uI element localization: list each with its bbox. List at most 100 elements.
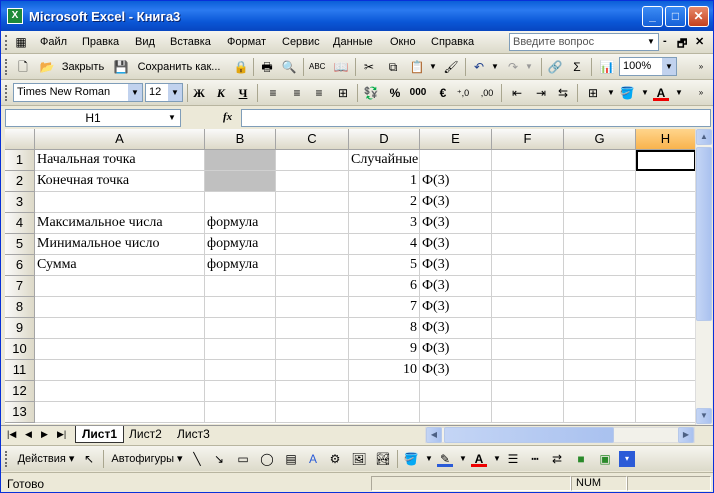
row-header-13[interactable]: 13 — [5, 402, 35, 423]
column-header-c[interactable]: C — [276, 129, 349, 150]
column-header-d[interactable]: D — [349, 129, 420, 150]
cell-e10[interactable]: Ф(3) — [420, 339, 492, 360]
chevron-down-icon[interactable]: ▼ — [164, 110, 180, 126]
font-select[interactable]: Times New Roman ▼ — [13, 83, 143, 102]
cell-d6[interactable]: 5 — [349, 255, 420, 276]
cell-h5[interactable] — [636, 234, 695, 255]
euro-button[interactable]: € — [435, 85, 451, 101]
cell-h3[interactable] — [636, 192, 695, 213]
next-sheet-icon[interactable]: ▶ — [41, 429, 48, 440]
shadow-icon[interactable]: ■ — [573, 451, 589, 467]
redo-dropdown-icon[interactable]: ▼ — [521, 59, 537, 75]
close-button[interactable]: ✕ — [688, 6, 709, 27]
font-color-dropdown-icon[interactable]: ▼ — [489, 451, 505, 467]
workbook-icon[interactable]: ▦ — [13, 34, 29, 50]
column-header-a[interactable]: A — [35, 129, 205, 150]
font-color-icon[interactable]: A — [653, 85, 669, 101]
oval-icon[interactable]: ◯ — [259, 451, 275, 467]
cell-b11[interactable] — [205, 360, 276, 381]
cell-g3[interactable] — [564, 192, 636, 213]
hyperlink-icon[interactable]: 🔗 — [547, 59, 563, 75]
row-header-12[interactable]: 12 — [5, 381, 35, 402]
insert-function-icon[interactable]: fx — [223, 111, 232, 123]
cell-b1[interactable] — [205, 150, 276, 171]
toolbar-grip[interactable] — [5, 85, 8, 101]
cell-c9[interactable] — [276, 318, 349, 339]
print-icon[interactable]: 🖶 — [259, 59, 275, 75]
row-header-7[interactable]: 7 — [5, 276, 35, 297]
select-all-corner[interactable] — [5, 129, 35, 150]
bold-button[interactable]: Ж — [191, 85, 207, 101]
vertical-scrollbar[interactable]: ▲ ▼ — [695, 129, 712, 425]
print-preview-icon[interactable]: 🔍 — [281, 59, 297, 75]
toolbar-options-icon[interactable]: » — [693, 59, 709, 75]
percent-button[interactable]: % — [387, 85, 403, 101]
cell-f8[interactable] — [492, 297, 564, 318]
excel-app-icon[interactable]: X — [7, 8, 23, 24]
cell-f12[interactable] — [492, 381, 564, 402]
cell-h2[interactable] — [636, 171, 695, 192]
save-as-button[interactable]: Сохранить как... — [131, 58, 227, 76]
cell-d9[interactable]: 8 — [349, 318, 420, 339]
row-header-9[interactable]: 9 — [5, 318, 35, 339]
cell-e1[interactable] — [420, 150, 492, 171]
spreadsheet-grid[interactable]: ABCDEFGH1Начальная точкаСлучайные числа2… — [5, 129, 695, 424]
rectangle-icon[interactable]: ▭ — [235, 451, 251, 467]
cell-e3[interactable]: Ф(3) — [420, 192, 492, 213]
fill-dropdown-icon[interactable]: ▼ — [421, 451, 437, 467]
cell-e11[interactable]: Ф(3) — [420, 360, 492, 381]
format-painter-icon[interactable]: 🖌 — [443, 59, 459, 75]
cell-f3[interactable] — [492, 192, 564, 213]
merge-center-icon[interactable]: ⊞ — [335, 85, 351, 101]
cell-c12[interactable] — [276, 381, 349, 402]
cell-g6[interactable] — [564, 255, 636, 276]
cell-d2[interactable]: 1 — [349, 171, 420, 192]
cell-g11[interactable] — [564, 360, 636, 381]
prev-sheet-icon[interactable]: ◀ — [25, 429, 32, 440]
cell-h13[interactable] — [636, 402, 695, 423]
diagram-icon[interactable]: ⚙ — [327, 451, 343, 467]
cell-c1[interactable] — [276, 150, 349, 171]
redo-icon[interactable]: ↷ — [505, 59, 521, 75]
dash-style-icon[interactable]: ┅ — [527, 451, 543, 467]
paste-dropdown-icon[interactable]: ▼ — [425, 59, 441, 75]
search-dropdown-icon[interactable]: ▼ — [647, 37, 655, 46]
cell-f11[interactable] — [492, 360, 564, 381]
cell-h9[interactable] — [636, 318, 695, 339]
cell-c6[interactable] — [276, 255, 349, 276]
cell-f10[interactable] — [492, 339, 564, 360]
cell-a3[interactable] — [35, 192, 205, 213]
menu-help[interactable]: Справка — [431, 36, 474, 48]
cut-icon[interactable]: ✂ — [361, 59, 377, 75]
cell-d7[interactable]: 6 — [349, 276, 420, 297]
borders-dropdown-icon[interactable]: ▼ — [603, 85, 619, 101]
cell-c13[interactable] — [276, 402, 349, 423]
cell-h10[interactable] — [636, 339, 695, 360]
column-header-h[interactable]: H — [636, 129, 695, 150]
cell-a7[interactable] — [35, 276, 205, 297]
zoom-select[interactable]: 100% ▼ — [619, 57, 677, 76]
font-color-icon[interactable]: A — [471, 451, 487, 467]
cell-h11[interactable] — [636, 360, 695, 381]
menu-view[interactable]: Вид — [135, 36, 155, 48]
sheet-tab-3[interactable]: Лист3 — [171, 426, 216, 443]
maximize-button[interactable]: □ — [665, 6, 686, 27]
cell-e5[interactable]: Ф(3) — [420, 234, 492, 255]
menu-window[interactable]: Окно — [390, 36, 416, 48]
cell-d13[interactable] — [349, 402, 420, 423]
chart-wizard-icon[interactable]: 📊 — [599, 59, 615, 75]
decrease-indent-icon[interactable]: ⇤ — [509, 85, 525, 101]
column-header-f[interactable]: F — [492, 129, 564, 150]
cell-c10[interactable] — [276, 339, 349, 360]
formula-input[interactable] — [241, 109, 711, 127]
cell-b12[interactable] — [205, 381, 276, 402]
cell-b4[interactable]: формула — [205, 213, 276, 234]
line-style-icon[interactable]: ☰ — [505, 451, 521, 467]
research-icon[interactable]: 📖 — [333, 59, 349, 75]
cell-a5[interactable]: Минимальное число — [35, 234, 205, 255]
row-header-10[interactable]: 10 — [5, 339, 35, 360]
line-icon[interactable]: ╲ — [189, 451, 205, 467]
row-header-8[interactable]: 8 — [5, 297, 35, 318]
cell-e7[interactable]: Ф(3) — [420, 276, 492, 297]
undo-icon[interactable]: ↶ — [471, 59, 487, 75]
